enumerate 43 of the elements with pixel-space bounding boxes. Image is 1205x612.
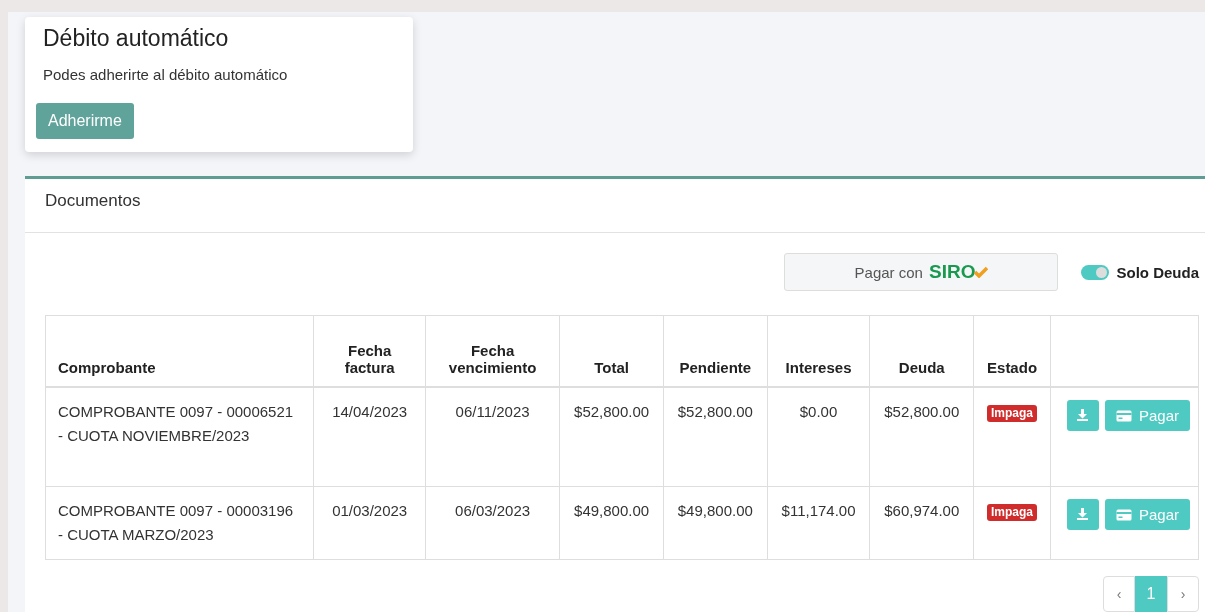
table-cell: $60,974.00 [869,486,974,560]
column-header: Pendiente [663,315,768,387]
pay-button[interactable]: Pagar [1104,499,1190,530]
table-cell: $52,800.00 [663,387,768,487]
column-header: Fecha vencimiento [425,315,560,387]
table-cell: $52,800.00 [559,387,664,487]
toggle-label: Solo Deuda [1116,263,1199,281]
column-header: Total [559,315,664,387]
table-cell: $52,800.00 [869,387,974,487]
next-page-button[interactable]: › [1167,576,1199,612]
page-button[interactable]: 1 [1135,576,1167,612]
column-header: Comprobante [45,315,314,387]
toggle-switch[interactable] [1081,264,1110,280]
column-header: Deuda [869,315,974,387]
table-cell: 06/11/2023 [425,387,560,487]
credit-card-icon [1115,508,1132,521]
pay-button[interactable]: Pagar [1104,400,1190,431]
panel-title: Documentos [45,191,141,210]
download-button[interactable] [1066,400,1099,431]
pay-with-siro-button[interactable]: Pagar con SIRO [784,253,1059,291]
download-icon [1076,506,1090,520]
card-title: Débito automático [43,25,230,52]
download-icon [1076,407,1090,421]
adherirme-button[interactable]: Adherirme [36,103,134,139]
card-text: Podes adherirte al débito automático [43,66,289,83]
table-cell: 01/03/2023 [313,486,426,560]
status-badge: Impaga [987,504,1038,521]
column-header: Estado [973,315,1051,387]
table-cell: COMPROBANTE 0097 - 00006521 - CUOTA NOVIEMBRE/2023 [45,387,314,487]
table-cell: 06/03/2023 [425,486,560,560]
table-cell: COMPROBANTE 0097 - 00003196 - CUOTA MARZO/2023 [45,486,314,560]
table-cell: $11,174.00 [767,486,870,560]
column-header: Intereses [767,315,870,387]
download-button[interactable] [1066,499,1099,530]
table-cell: $49,800.00 [663,486,768,560]
table-cell: 14/04/2023 [313,387,426,487]
table-cell: $0.00 [767,387,870,487]
previous-page-button[interactable]: ‹ [1103,576,1135,612]
status-badge: Impaga [987,405,1038,422]
check-icon [974,266,989,278]
column-header: Fecha factura [313,315,426,387]
credit-card-icon [1115,409,1132,422]
table-cell: $49,800.00 [559,486,664,560]
